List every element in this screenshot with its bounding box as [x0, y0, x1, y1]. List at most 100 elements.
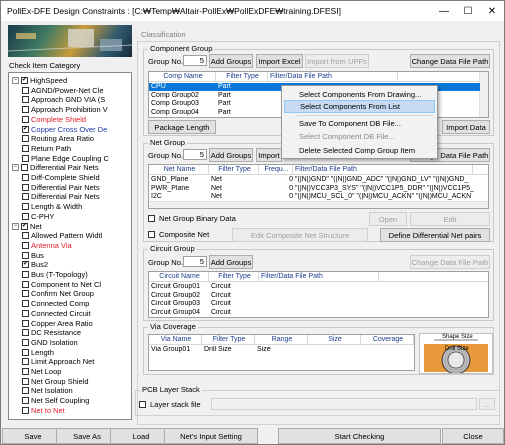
net-add-groups-button[interactable]: Add Groups — [209, 148, 253, 162]
tree-item[interactable]: Bus (T-Topology) — [22, 270, 88, 279]
menu-select-db-file[interactable]: Select Component DB File... — [284, 130, 435, 143]
tree-item[interactable]: Net Self Coupling — [22, 396, 89, 405]
col-net-path[interactable]: Filter/Data File Path — [293, 165, 473, 175]
tree-item[interactable]: − Differential Pair Nets — [12, 163, 99, 172]
comp-group-no-field[interactable]: 5 — [183, 55, 207, 66]
tree-item[interactable]: Complete Shield — [22, 115, 86, 124]
tree-item[interactable]: Bus — [22, 251, 44, 260]
col-via-name[interactable]: Via Name — [149, 335, 202, 345]
net-group-table[interactable]: Net Name Filter Type Frequ... Filter/Dat… — [148, 164, 489, 209]
tree-expander-icon[interactable]: − — [12, 77, 19, 84]
tree-item-checkbox[interactable] — [22, 358, 29, 366]
tree-expander-icon[interactable]: − — [12, 222, 19, 230]
circuit-table-row[interactable]: Circuit Group04 Circuit — [149, 309, 259, 317]
tree-item-checkbox[interactable] — [22, 377, 29, 385]
col-via-coverage[interactable]: Coverage — [361, 335, 414, 345]
net-table-row[interactable]: GND_Plane Net 0 "(|N|)GND" "(|N|)GND_ADC" "… — [149, 176, 483, 184]
net-open-button[interactable]: Open — [369, 212, 407, 226]
check-item-tree[interactable]: − ✔ HighSpeed AGND/Power-Net Cle Approach GN… — [8, 72, 132, 420]
tree-item[interactable]: Connected Circuit — [22, 309, 91, 318]
net-binary-data-checkbox[interactable] — [148, 215, 155, 222]
circuit-table-row[interactable]: Circuit Group01 Circuit — [149, 283, 259, 291]
load-button[interactable]: Load — [110, 428, 172, 444]
col-via-filter-type[interactable]: Filter Type — [202, 335, 255, 345]
tree-item-checkbox[interactable]: ✔ — [22, 261, 29, 269]
package-length-button[interactable]: Package Length — [148, 120, 216, 134]
col-filter-type[interactable]: Filter Type — [216, 72, 268, 82]
net-group-no-field[interactable]: 5 — [183, 149, 207, 160]
tree-item-checkbox[interactable] — [22, 144, 29, 152]
col-via-size[interactable]: Size — [308, 335, 361, 345]
tree-item[interactable]: Antenna Via — [22, 241, 72, 250]
define-diff-pairs-button[interactable]: Define Differential Net pairs — [380, 228, 490, 242]
tree-item-checkbox[interactable] — [21, 164, 28, 172]
tree-item-checkbox[interactable]: ✔ — [21, 222, 28, 230]
start-checking-button[interactable]: Start Checking — [278, 428, 441, 444]
col-net-filter-type[interactable]: Filter Type — [209, 165, 259, 175]
tree-item-checkbox[interactable] — [22, 338, 29, 346]
col-comp-name[interactable]: Comp Name — [149, 72, 216, 82]
tree-item-checkbox[interactable] — [22, 290, 29, 298]
composite-net-checkbox[interactable] — [148, 231, 155, 238]
maximize-button[interactable]: ☐ — [456, 1, 480, 21]
tree-item-checkbox[interactable] — [22, 212, 29, 220]
col-circuit-path[interactable]: Filter/Data File Path — [259, 272, 379, 282]
tree-item-checkbox[interactable] — [22, 241, 29, 249]
tree-item-checkbox[interactable] — [22, 96, 29, 104]
tree-item[interactable]: Net Group Shield — [22, 377, 89, 386]
tree-item-checkbox[interactable] — [22, 329, 29, 337]
tree-item[interactable]: − ✔ Net — [12, 222, 42, 231]
import-excel-button[interactable]: Import Excel — [256, 54, 303, 68]
via-table-row[interactable]: Via Group01 Drill Size Size — [149, 346, 414, 354]
tree-item[interactable]: − ✔ HighSpeed — [12, 76, 67, 85]
tree-item[interactable]: ✔ Copper Cross Over De — [22, 125, 107, 134]
tree-item[interactable]: Differential Pair Nets — [22, 192, 100, 201]
via-coverage-table[interactable]: Via Name Filter Type Range Size Coverage… — [148, 334, 415, 371]
close-window-button[interactable]: ✕ — [480, 1, 504, 21]
tree-item-checkbox[interactable] — [22, 368, 29, 375]
tree-item-checkbox[interactable] — [22, 300, 29, 308]
comp-table-row[interactable]: Comp Group04 Part — [149, 109, 268, 117]
tree-item-checkbox[interactable] — [22, 387, 29, 395]
import-data-button[interactable]: Import Data — [442, 120, 490, 134]
save-button[interactable]: Save — [2, 428, 64, 444]
nets-input-setting-button[interactable]: Net's Input Setting — [164, 428, 258, 444]
tree-item[interactable]: C-PHY — [22, 212, 54, 221]
menu-delete-selected[interactable]: Delete Selected Comp Group Item — [284, 144, 435, 157]
tree-item[interactable]: ✔ Bus2 — [22, 260, 48, 269]
tree-item[interactable]: AGND/Power-Net Cle — [22, 86, 104, 95]
layer-stack-file-field[interactable] — [211, 398, 477, 410]
tree-item[interactable]: Confirm Net Group — [22, 289, 94, 298]
col-frequency[interactable]: Frequ... — [259, 165, 293, 175]
tree-item-checkbox[interactable] — [22, 280, 29, 288]
tree-item[interactable]: Length & Width — [22, 202, 82, 211]
layer-stack-file-checkbox[interactable] — [139, 401, 146, 408]
circuit-change-path-button[interactable]: Change Data File Path — [410, 255, 490, 269]
comp-table-scrollbar[interactable] — [479, 72, 488, 117]
circuit-group-no-field[interactable]: 5 — [183, 256, 207, 267]
net-import-button[interactable]: Import — [256, 148, 282, 162]
tree-item[interactable]: Plane Edge Coupling C — [22, 154, 109, 163]
col-net-name[interactable]: Net Name — [149, 165, 209, 175]
tree-item[interactable]: Net to Net — [22, 406, 65, 415]
col-via-range[interactable]: Range — [255, 335, 308, 345]
tree-item[interactable]: GND Isolation — [22, 338, 78, 347]
tree-item-checkbox[interactable] — [22, 203, 29, 211]
tree-item-checkbox[interactable] — [22, 406, 29, 414]
menu-select-from-list[interactable]: Select Components From List — [284, 100, 435, 113]
tree-item-checkbox[interactable] — [22, 174, 29, 181]
tree-item-checkbox[interactable] — [22, 183, 29, 191]
tree-item-checkbox[interactable] — [22, 135, 29, 143]
tree-item-checkbox[interactable]: ✔ — [22, 125, 29, 133]
tree-expander-icon[interactable]: − — [12, 164, 19, 172]
tree-item-checkbox[interactable] — [22, 251, 29, 259]
tree-item[interactable]: Component to Net Cl — [22, 280, 101, 289]
import-upfs-button[interactable]: Import from UPFs — [305, 54, 369, 68]
tree-item[interactable]: Routing Area Ratio — [22, 134, 94, 143]
tree-item[interactable]: Copper Area Ratio — [22, 319, 93, 328]
circuit-table-row[interactable]: Circuit Group03 Circuit — [149, 300, 259, 308]
tree-item[interactable]: Allowed Pattern Widtl — [22, 231, 102, 240]
tree-item[interactable]: Connected Comp — [22, 299, 89, 308]
net-table-row[interactable]: PWR_Plane Net 0 "(|N|)VCC3P3_SYS" "(|N|)VCC… — [149, 185, 483, 193]
col-circuit-name[interactable]: Circuit Name — [149, 272, 209, 282]
